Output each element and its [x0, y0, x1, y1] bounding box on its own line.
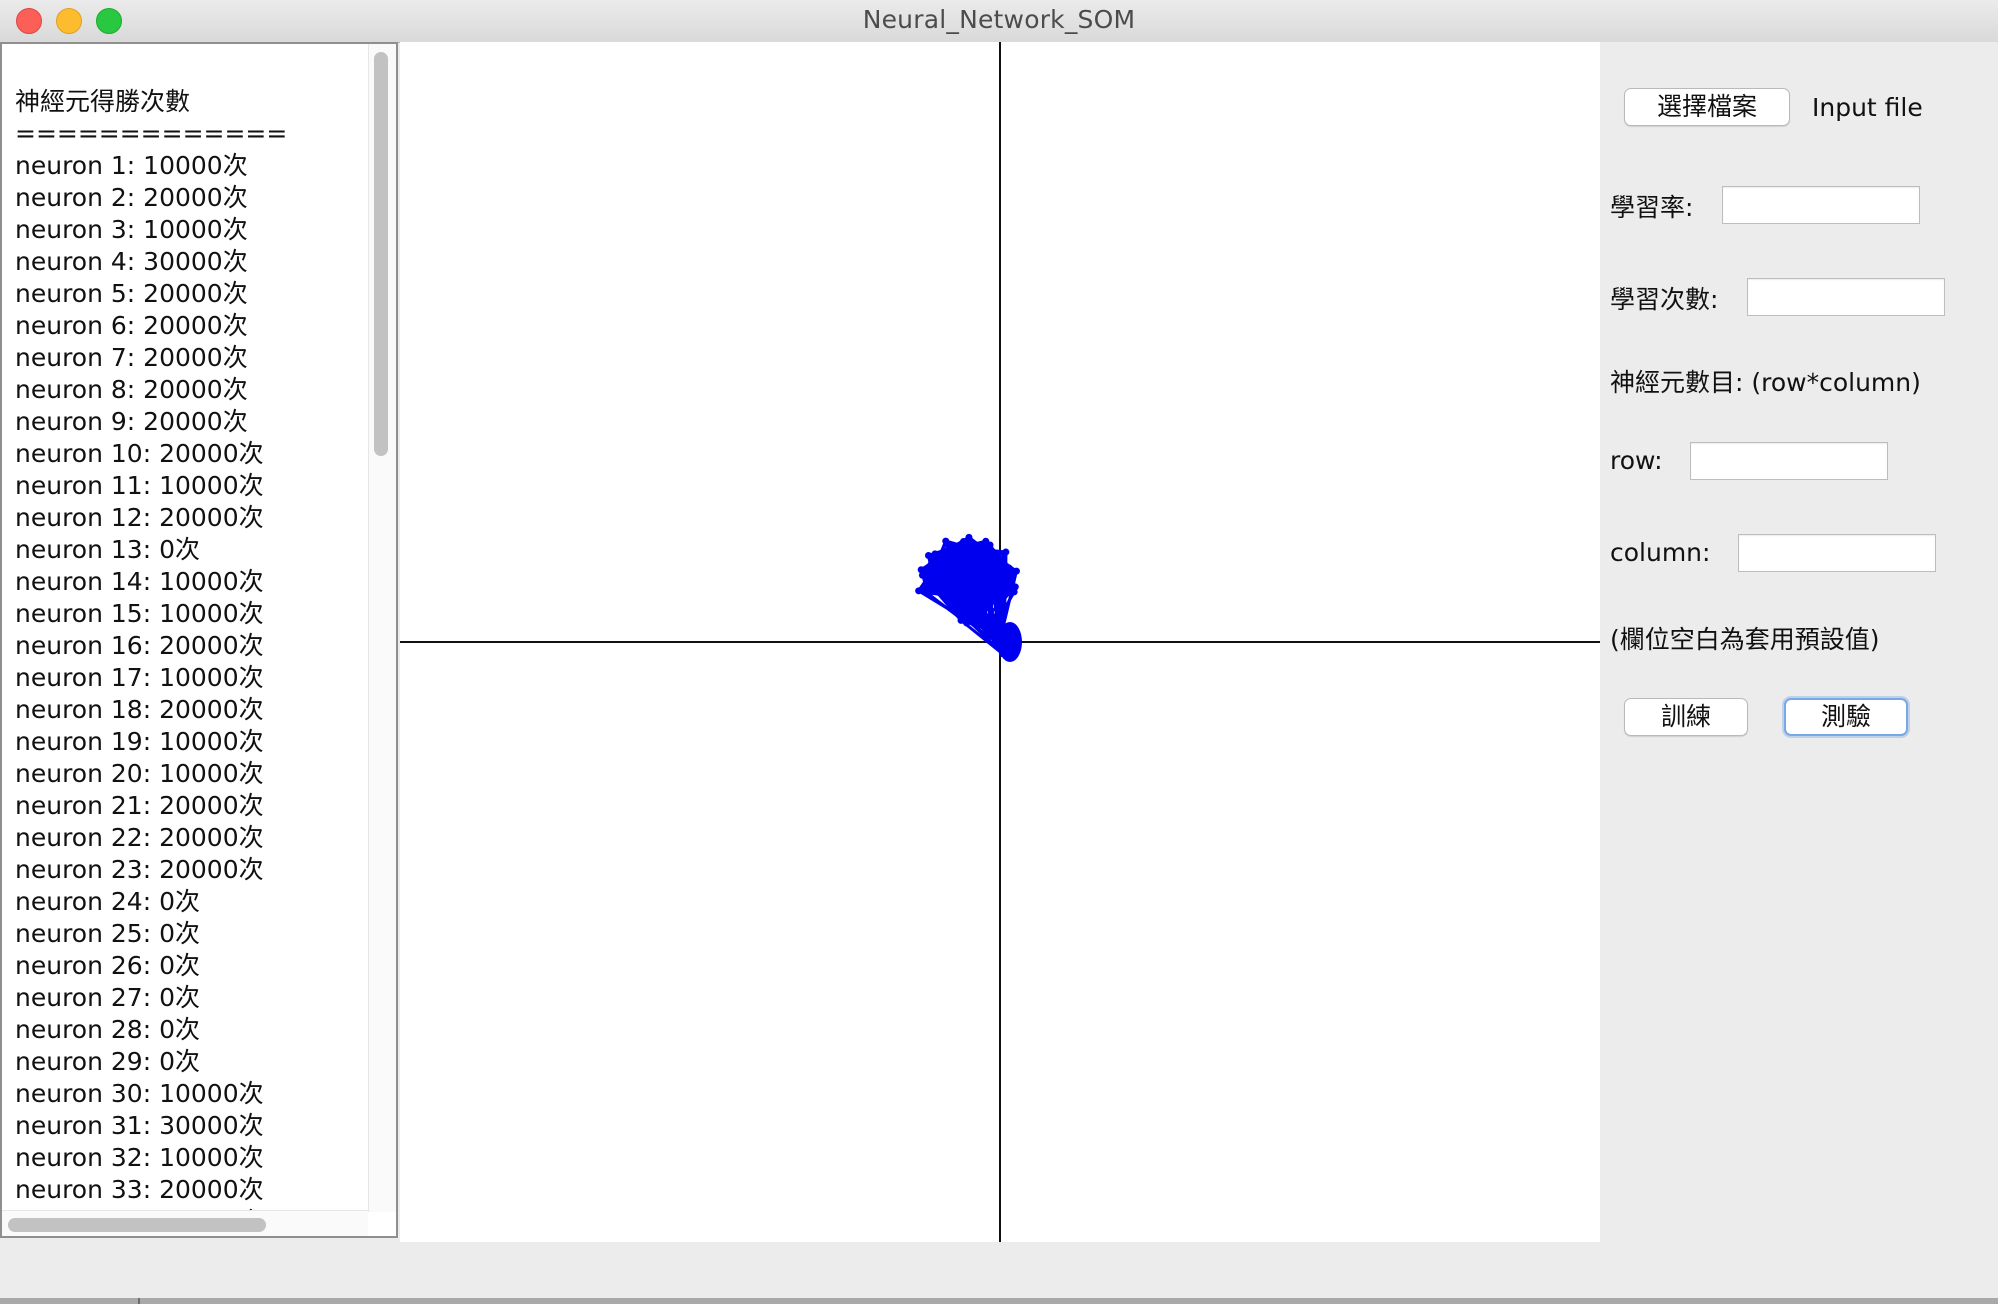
neuron-point — [942, 554, 950, 562]
list-item: neuron 17: 10000次 — [15, 663, 264, 692]
neuron-point — [930, 577, 938, 585]
list-item: neuron 9: 20000次 — [15, 407, 248, 436]
neuron-point — [999, 556, 1007, 564]
neuron-point — [990, 551, 998, 559]
title-bar[interactable]: Neural_Network_SOM — [0, 0, 1998, 43]
choose-file-button[interactable]: 選擇檔案 — [1624, 88, 1790, 126]
bottom-edge — [0, 1298, 1998, 1304]
neuron-point — [934, 584, 942, 592]
list-item: neuron 5: 20000次 — [15, 279, 248, 308]
neuron-point — [974, 623, 982, 631]
neuron-point — [999, 578, 1007, 586]
list-item: neuron 23: 20000次 — [15, 855, 264, 884]
list-header: 神經元得勝次數 — [15, 87, 191, 116]
neuron-point — [986, 630, 994, 638]
row-label: row: — [1610, 446, 1663, 475]
neuron-point — [932, 561, 940, 569]
neuron-count-label: 神經元數目: (row*column) — [1610, 368, 1921, 397]
list-item: neuron 32: 10000次 — [15, 1143, 264, 1172]
neuron-point — [1002, 548, 1010, 556]
test-button[interactable]: 測驗 — [1784, 698, 1908, 736]
win-items: neuron 1: 10000次 neuron 2: 20000次 neuron 3… — [15, 150, 365, 1236]
neuron-point — [965, 533, 973, 541]
window-title: Neural_Network_SOM — [862, 5, 1136, 34]
column-input[interactable] — [1738, 534, 1936, 572]
row-input[interactable] — [1690, 442, 1888, 480]
list-item: neuron 26: 0次 — [15, 951, 200, 980]
learning-rate-label: 學習率: — [1610, 193, 1694, 222]
column-label: column: — [1610, 538, 1711, 567]
neuron-point — [973, 547, 981, 555]
list-item: neuron 28: 0次 — [15, 1015, 200, 1044]
list-item: neuron 33: 20000次 — [15, 1175, 264, 1204]
iterations-label: 學習次數: — [1610, 285, 1719, 314]
list-item: neuron 6: 20000次 — [15, 311, 248, 340]
neuron-point — [915, 587, 923, 595]
list-item: neuron 19: 10000次 — [15, 727, 264, 756]
list-item: neuron 14: 10000次 — [15, 567, 264, 596]
neuron-cluster-blob — [998, 622, 1022, 662]
list-separator: ============= — [15, 119, 288, 148]
list-item: neuron 29: 0次 — [15, 1047, 200, 1076]
neuron-point — [984, 553, 992, 561]
neuron-point — [1010, 588, 1018, 596]
som-plot-svg — [400, 42, 1600, 1242]
neuron-point — [1012, 567, 1020, 575]
som-plot-canvas — [400, 42, 1600, 1242]
bottom-edge-tick — [138, 1298, 140, 1304]
neuron-point — [986, 541, 994, 549]
list-item: neuron 24: 0次 — [15, 887, 200, 916]
list-item: neuron 31: 30000次 — [15, 1111, 264, 1140]
list-item: neuron 2: 20000次 — [15, 183, 248, 212]
list-item: neuron 15: 10000次 — [15, 599, 264, 628]
list-item: neuron 20: 10000次 — [15, 759, 264, 788]
train-button[interactable]: 訓練 — [1624, 698, 1748, 736]
control-panel: 選擇檔案 Input file 學習率: 學習次數: 神經元數目: (row*c… — [1600, 42, 1998, 1242]
list-item: neuron 27: 0次 — [15, 983, 200, 1012]
app-window: Neural_Network_SOM 神經元得勝次數 ============= n… — [0, 0, 1998, 1304]
iterations-input[interactable] — [1747, 278, 1945, 316]
neuron-point — [946, 592, 954, 600]
list-item: neuron 3: 10000次 — [15, 215, 248, 244]
neuron-point — [942, 547, 950, 555]
list-item: neuron 4: 30000次 — [15, 247, 248, 276]
neuron-win-count-list[interactable]: 神經元得勝次數 ============= neuron 1: 10000次 neur… — [0, 42, 398, 1238]
neuron-point — [1005, 564, 1013, 572]
neuron-point — [950, 543, 958, 551]
list-item: neuron 12: 20000次 — [15, 503, 264, 532]
horizontal-scroll-thumb[interactable] — [8, 1218, 266, 1232]
neuron-point — [963, 619, 971, 627]
list-item: neuron 18: 20000次 — [15, 695, 264, 724]
list-item: neuron 11: 10000次 — [15, 471, 264, 500]
neuron-point — [942, 537, 950, 545]
learning-rate-input[interactable] — [1722, 186, 1920, 224]
neuron-point — [953, 603, 961, 611]
list-item: neuron 1: 10000次 — [15, 151, 248, 180]
neuron-point — [917, 566, 925, 574]
neuron-point — [998, 594, 1006, 602]
status-area — [0, 1242, 1998, 1304]
list-item: neuron 30: 10000次 — [15, 1079, 264, 1108]
list-item: neuron 10: 20000次 — [15, 439, 264, 468]
list-item: neuron 22: 20000次 — [15, 823, 264, 852]
input-file-label: Input file — [1812, 93, 1923, 122]
neuron-point — [994, 564, 1002, 572]
neuron-point — [957, 548, 965, 556]
win-count-text: 神經元得勝次數 ============= neuron 1: 10000次 neur… — [15, 54, 365, 1236]
list-item: neuron 16: 20000次 — [15, 631, 264, 660]
list-item: neuron 25: 0次 — [15, 919, 200, 948]
list-item: neuron 8: 20000次 — [15, 375, 248, 404]
neuron-point — [924, 590, 932, 598]
neuron-point — [924, 551, 932, 559]
vertical-scroll-thumb[interactable] — [374, 52, 388, 456]
list-item: neuron 7: 20000次 — [15, 343, 248, 372]
list-item: neuron 21: 20000次 — [15, 791, 264, 820]
default-values-hint: (欄位空白為套用預設值) — [1610, 625, 1880, 654]
neuron-point — [931, 550, 939, 558]
list-item: neuron 13: 0次 — [15, 535, 200, 564]
